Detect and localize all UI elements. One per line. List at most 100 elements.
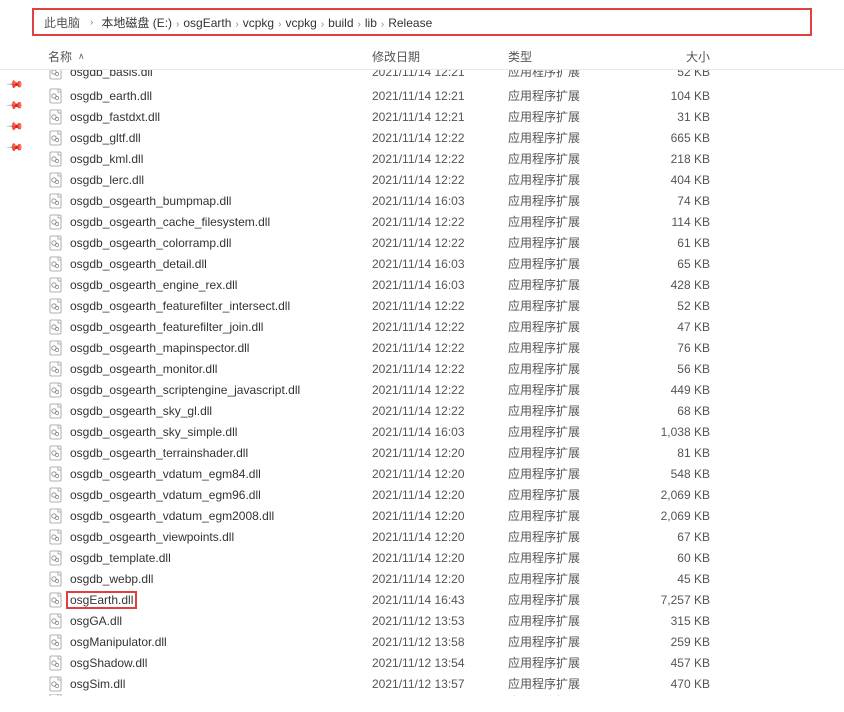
dll-file-icon — [48, 109, 64, 125]
file-row[interactable]: osgShadow.dll2021/11/12 13:54应用程序扩展457 K… — [0, 652, 844, 673]
sort-asc-icon: ∧ — [78, 51, 85, 62]
breadcrumb-item[interactable]: build — [324, 16, 357, 30]
file-name-cell: osgEarth.dll — [0, 591, 372, 609]
file-row[interactable]: osgdb_osgearth_vdatum_egm84.dll2021/11/1… — [0, 463, 844, 484]
file-name-label: osgdb_kml.dll — [70, 152, 143, 166]
column-header-size[interactable]: 大小 — [630, 48, 720, 65]
file-name-label: osgSim.dll — [70, 677, 125, 691]
file-row[interactable]: osgManipulator.dll2021/11/12 13:58应用程序扩展… — [0, 631, 844, 652]
file-row[interactable]: osgdb_osgearth_featurefilter_join.dll202… — [0, 316, 844, 337]
file-type-cell: 应用程序扩展 — [508, 234, 630, 251]
file-row[interactable]: osgdb_osgearth_cache_filesystem.dll 2021/… — [0, 211, 844, 232]
file-date-cell: 2021/11/14 12:21 — [372, 70, 508, 79]
file-type-cell: 应用程序扩展 — [508, 108, 630, 125]
file-name-cell: osgShadow.dll — [0, 655, 372, 671]
file-type-cell: 应用程序扩展 — [508, 70, 630, 80]
breadcrumb-bar[interactable]: 此电脑 › 本地磁盘 (E:)›osgEarth›vcpkg›vcpkg›bui… — [32, 8, 812, 36]
content-area: 📌 📌 📌 📌 osgdb_basis.dll2021/11/14 12:21应… — [0, 70, 844, 696]
file-size-cell: 81 KB — [630, 446, 720, 460]
file-row[interactable]: osgdb_earth.dll2021/11/14 12:21应用程序扩展104… — [0, 85, 844, 106]
pin-icon[interactable]: 📌 — [6, 96, 25, 115]
file-date-cell: 2021/11/14 12:20 — [372, 530, 508, 544]
file-size-cell: 60 KB — [630, 551, 720, 565]
file-type-cell: 应用程序扩展 — [508, 171, 630, 188]
file-row[interactable]: osgdb_osgearth_mapinspector.dll2021/11/1… — [0, 337, 844, 358]
file-type-cell: 应用程序扩展 — [508, 192, 630, 209]
file-row[interactable]: osgEarth.dll2021/11/14 16:43应用程序扩展7,257 … — [0, 589, 844, 610]
file-row[interactable]: osgGA.dll2021/11/12 13:53应用程序扩展315 KB — [0, 610, 844, 631]
file-row[interactable]: osgdb_fastdxt.dll2021/11/14 12:21应用程序扩展3… — [0, 106, 844, 127]
file-size-cell: 404 KB — [630, 173, 720, 187]
file-name-label: osgdb_osgearth_colorramp.dll — [70, 236, 231, 250]
file-row[interactable]: osgdb_osgearth_colorramp.dll2021/11/14 1… — [0, 232, 844, 253]
file-date-cell: 2021/11/12 13:58 — [372, 635, 508, 649]
column-header-name[interactable]: 名称 ∧ — [0, 48, 372, 65]
file-name-label: osgdb_osgearth_viewpoints.dll — [70, 530, 234, 544]
file-row[interactable]: osgdb_osgearth_vdatum_egm2008.dll2021/11… — [0, 505, 844, 526]
file-name-label: osgdb_osgearth_cache_filesystem.dll — [70, 215, 270, 229]
file-row[interactable]: osgdb_kml.dll2021/11/14 12:22应用程序扩展218 K… — [0, 148, 844, 169]
file-size-cell: 470 KB — [630, 677, 720, 691]
file-row[interactable]: osgdb_osgearth_monitor.dll2021/11/14 12:… — [0, 358, 844, 379]
file-name-label: osgdb_osgearth_scriptengine_javascript.d… — [70, 383, 300, 397]
dll-file-icon — [48, 382, 64, 398]
file-date-cell: 2021/11/14 12:20 — [372, 551, 508, 565]
dll-file-icon — [48, 676, 64, 692]
file-row[interactable]: osgdb_webp.dll2021/11/14 12:20应用程序扩展45 K… — [0, 568, 844, 589]
dll-file-icon — [48, 151, 64, 167]
file-size-cell: 259 KB — [630, 635, 720, 649]
file-row[interactable]: osgdb_basis.dll2021/11/14 12:21应用程序扩展52 … — [0, 70, 844, 85]
file-row[interactable]: osgdb_template.dll2021/11/14 12:20应用程序扩展… — [0, 547, 844, 568]
file-row[interactable]: osgText.dll2021/11/12 13:53应用程序扩展310 KB — [0, 694, 844, 696]
breadcrumb-item[interactable]: vcpkg — [239, 16, 278, 30]
file-type-cell: 应用程序扩展 — [508, 465, 630, 482]
file-row[interactable]: osgdb_osgearth_viewpoints.dll 2021/11/14 … — [0, 526, 844, 547]
file-size-cell: 218 KB — [630, 152, 720, 166]
file-row[interactable]: osgdb_osgearth_detail.dll2021/11/14 16:0… — [0, 253, 844, 274]
file-name-cell: osgdb_osgearth_monitor.dll — [0, 361, 372, 377]
file-row[interactable]: osgdb_osgearth_vdatum_egm96.dll2021/11/1… — [0, 484, 844, 505]
file-type-cell: 应用程序扩展 — [508, 694, 630, 696]
file-row[interactable]: osgSim.dll2021/11/12 13:57应用程序扩展470 KB — [0, 673, 844, 694]
file-name-label: osgdb_lerc.dll — [70, 173, 144, 187]
pin-icon[interactable]: 📌 — [6, 117, 25, 136]
file-size-cell: 52 KB — [630, 70, 720, 79]
column-header-type[interactable]: 类型 — [508, 48, 630, 65]
column-header-date[interactable]: 修改日期 — [372, 48, 508, 65]
breadcrumb-item[interactable]: 本地磁盘 (E:) — [97, 16, 176, 30]
file-row[interactable]: osgdb_gltf.dll2021/11/14 12:22应用程序扩展665 … — [0, 127, 844, 148]
file-size-cell: 315 KB — [630, 614, 720, 628]
file-name-cell: osgdb_basis.dll — [0, 70, 372, 80]
breadcrumb-item[interactable]: Release — [384, 16, 436, 30]
file-date-cell: 2021/11/12 13:53 — [372, 694, 508, 696]
breadcrumb-item[interactable]: vcpkg — [281, 16, 320, 30]
file-date-cell: 2021/11/14 12:22 — [372, 152, 508, 166]
breadcrumb-item[interactable]: lib — [361, 16, 381, 30]
file-name-label: osgdb_osgearth_vdatum_egm96.dll — [70, 488, 261, 502]
file-date-cell: 2021/11/14 16:03 — [372, 278, 508, 292]
file-date-cell: 2021/11/14 16:43 — [372, 593, 508, 607]
file-row[interactable]: osgdb_osgearth_terrainshader.dll2021/11/… — [0, 442, 844, 463]
file-name-cell: osgdb_osgearth_featurefilter_intersect.d… — [0, 298, 372, 314]
dll-file-icon — [48, 130, 64, 146]
file-date-cell: 2021/11/14 12:21 — [372, 89, 508, 103]
breadcrumb-item[interactable]: osgEarth — [179, 16, 235, 30]
file-date-cell: 2021/11/14 16:03 — [372, 194, 508, 208]
file-name-cell: osgdb_osgearth_cache_filesystem.dll — [0, 214, 372, 230]
file-size-cell: 665 KB — [630, 131, 720, 145]
file-row[interactable]: osgdb_lerc.dll2021/11/14 12:22应用程序扩展404 … — [0, 169, 844, 190]
dll-file-icon — [48, 529, 64, 545]
file-name-label: osgdb_osgearth_bumpmap.dll — [70, 194, 231, 208]
file-type-cell: 应用程序扩展 — [508, 87, 630, 104]
dll-file-icon — [48, 592, 64, 608]
file-name-cell: osgdb_osgearth_bumpmap.dll — [0, 193, 372, 209]
breadcrumb-root[interactable]: 此电脑 — [42, 14, 86, 31]
file-row[interactable]: osgdb_osgearth_scriptengine_javascript.d… — [0, 379, 844, 400]
file-size-cell: 67 KB — [630, 530, 720, 544]
file-row[interactable]: osgdb_osgearth_featurefilter_intersect.d… — [0, 295, 844, 316]
file-row[interactable]: osgdb_osgearth_sky_simple.dll2021/11/14 … — [0, 421, 844, 442]
file-row[interactable]: osgdb_osgearth_bumpmap.dll 2021/11/14 16:… — [0, 190, 844, 211]
file-date-cell: 2021/11/14 12:22 — [372, 215, 508, 229]
file-row[interactable]: osgdb_osgearth_sky_gl.dll2021/11/14 12:2… — [0, 400, 844, 421]
file-row[interactable]: osgdb_osgearth_engine_rex.dll2021/11/14 … — [0, 274, 844, 295]
